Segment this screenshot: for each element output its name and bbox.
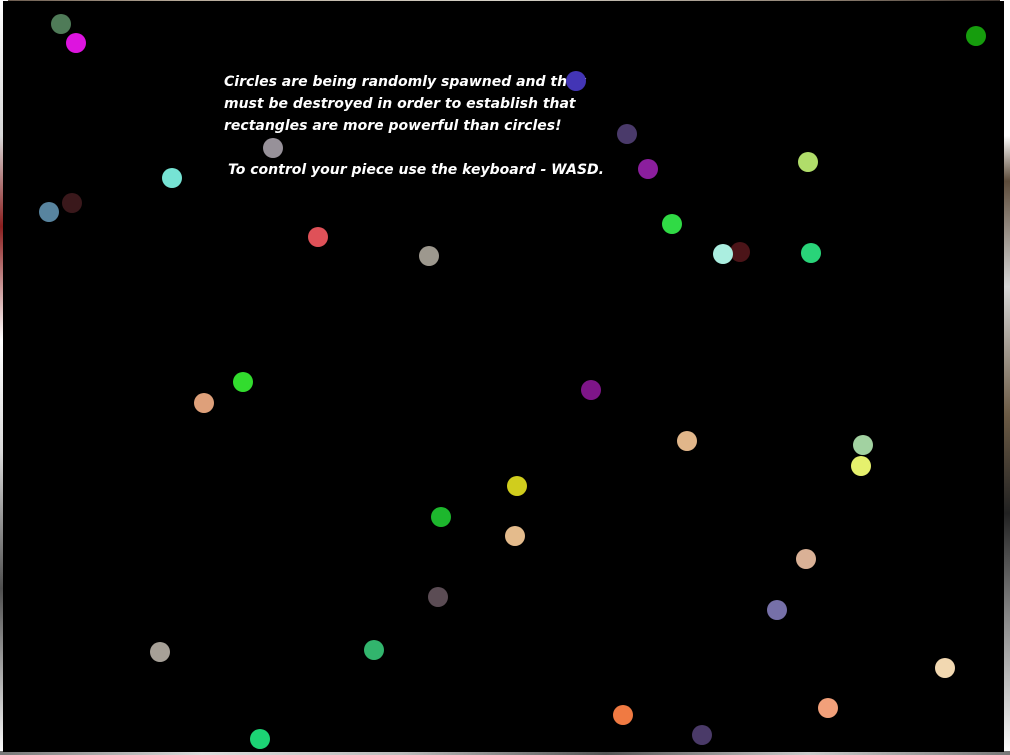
enemy-circle [431,507,451,527]
enemy-circle [263,138,283,158]
enemy-circle [566,71,586,91]
instructions-line-2: must be destroyed in order to establish … [224,96,576,112]
enemy-circle [51,14,71,34]
enemy-circle [581,380,601,400]
enemy-circle [730,242,750,262]
enemy-circle [935,658,955,678]
enemy-circle [638,159,658,179]
instructions-line-1: Circles are being randomly spawned and t… [224,74,586,90]
enemy-circle [851,456,871,476]
enemy-circle [233,372,253,392]
enemy-circle [150,642,170,662]
game-canvas[interactable]: Circles are being randomly spawned and t… [3,1,1004,752]
enemy-circle [798,152,818,172]
enemy-circle [62,193,82,213]
enemy-circle [801,243,821,263]
instructions-spacer [224,137,654,159]
enemy-circle [39,202,59,222]
enemy-circle [505,526,525,546]
instructions-line-4: To control your piece use the keyboard -… [228,162,604,178]
enemy-circle [194,393,214,413]
enemy-circle [677,431,697,451]
enemy-circle [818,698,838,718]
enemy-circle [507,476,527,496]
enemy-circle [250,729,270,749]
game-screen: Circles are being randomly spawned and t… [0,0,1010,755]
enemy-circle [713,244,733,264]
enemy-circle [66,33,86,53]
enemy-circle [767,600,787,620]
instructions-line-3: rectangles are more powerful than circle… [224,118,562,134]
enemy-circle [419,246,439,266]
instructions-text: Circles are being randomly spawned and t… [224,71,654,181]
enemy-circle [308,227,328,247]
enemy-circle [662,214,682,234]
enemy-circle [692,725,712,745]
enemy-circle [617,124,637,144]
enemy-circle [966,26,986,46]
enemy-circle [162,168,182,188]
enemy-circle [853,435,873,455]
enemy-circle [796,549,816,569]
enemy-circle [364,640,384,660]
enemy-circle [613,705,633,725]
enemy-circle [428,587,448,607]
